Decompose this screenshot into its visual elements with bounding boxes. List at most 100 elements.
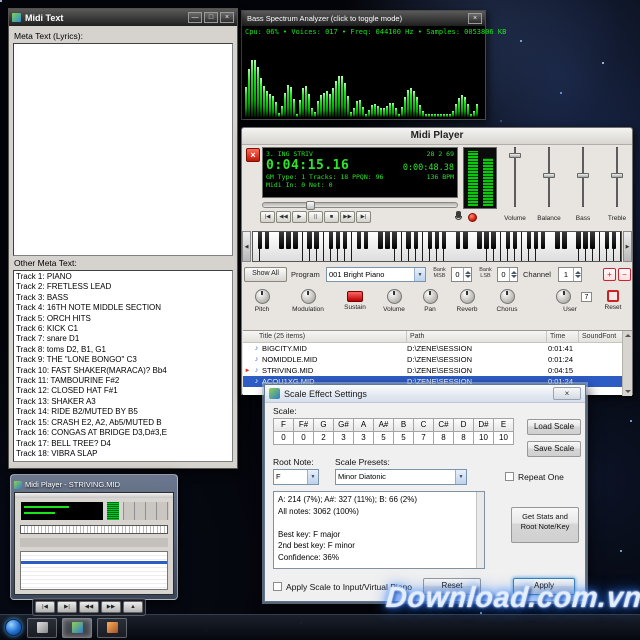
maximize-icon[interactable]: □	[204, 12, 218, 23]
piano-black-key[interactable]	[286, 232, 291, 249]
knob-pitch[interactable]: Pitch	[244, 289, 280, 313]
stop-button[interactable]: ■	[324, 211, 339, 223]
stepper-arrows-icon[interactable]	[509, 268, 517, 281]
piano-black-key[interactable]	[392, 232, 397, 249]
show-all-button[interactable]: Show All	[244, 267, 287, 282]
root-note-select[interactable]: F ▼	[273, 469, 319, 485]
piano-black-key[interactable]	[385, 232, 390, 249]
piano-black-key[interactable]	[342, 232, 348, 249]
channel-remove-button[interactable]: −	[618, 268, 631, 281]
piano-black-key[interactable]	[512, 232, 518, 249]
stats-box[interactable]: A: 214 (7%); A#: 327 (11%); B: 66 (2%) A…	[273, 491, 485, 569]
note-value[interactable]: 10	[473, 431, 494, 445]
chevron-down-icon[interactable]: ▼	[455, 470, 466, 484]
media-forward-button[interactable]: ▶▶	[101, 601, 121, 613]
forward-button[interactable]: ▶▶	[340, 211, 355, 223]
note-value[interactable]: 8	[433, 431, 454, 445]
scrollbar-down-icon[interactable]	[624, 388, 631, 395]
mic-icon[interactable]	[454, 211, 463, 224]
keyboard-scroll-right-button[interactable]: ▶	[623, 231, 632, 262]
chorus-knob-icon[interactable]	[499, 289, 515, 304]
column-title[interactable]: Title (25 items)	[243, 331, 407, 343]
pan-knob-icon[interactable]	[422, 289, 438, 304]
piano-black-key[interactable]	[264, 232, 270, 249]
piano-black-key[interactable]	[279, 232, 284, 249]
chevron-down-icon[interactable]: ▼	[307, 470, 318, 484]
knob-pan[interactable]: Pan	[414, 289, 446, 313]
rewind-button[interactable]: ◀◀	[276, 211, 291, 223]
channel-stepper[interactable]: 1	[558, 267, 582, 282]
piano-keyboard[interactable]	[252, 231, 622, 262]
spectrum-titlebar[interactable]: Bass Spectrum Analyzer (click to toggle …	[242, 11, 485, 26]
start-button[interactable]	[5, 619, 22, 636]
piano-black-key[interactable]	[257, 232, 263, 249]
piano-black-key[interactable]	[533, 232, 539, 249]
note-value[interactable]: 0	[273, 431, 294, 445]
balance-slider[interactable]	[542, 147, 556, 207]
preview-thumbnail[interactable]	[14, 492, 174, 595]
keyboard-scroll-left-button[interactable]: ◀	[242, 231, 251, 262]
piano-black-key[interactable]	[583, 232, 588, 249]
knob-user[interactable]: 7 User	[548, 289, 592, 313]
chevron-down-icon[interactable]: ▼	[414, 268, 425, 281]
piano-black-key[interactable]	[328, 232, 334, 249]
save-scale-button[interactable]: Save Scale	[527, 441, 581, 457]
note-value[interactable]: 2	[313, 431, 334, 445]
player-close-button[interactable]: ×	[246, 148, 260, 162]
column-time[interactable]: Time	[547, 331, 579, 343]
note-value[interactable]: 3	[353, 431, 374, 445]
note-value[interactable]: 3	[333, 431, 354, 445]
bank-lsb-stepper[interactable]: 0	[497, 267, 518, 282]
spectrum-display[interactable]: Cpu: 06% • Voices: 017 • Freq: 044100 Hz…	[242, 26, 506, 119]
stepper-arrows-icon[interactable]	[573, 268, 581, 281]
bass-slider-handle[interactable]	[577, 173, 589, 178]
piano-black-key[interactable]	[314, 232, 319, 249]
note-value[interactable]: 5	[373, 431, 394, 445]
piano-black-key[interactable]	[356, 232, 362, 249]
play-button[interactable]: ▶	[292, 211, 307, 223]
knob-volume[interactable]: Volume	[376, 289, 412, 313]
piano-black-key[interactable]	[540, 232, 546, 249]
midi-text-titlebar[interactable]: Midi Text — □ ×	[9, 9, 237, 26]
piano-black-key[interactable]	[441, 232, 447, 249]
balance-slider-handle[interactable]	[543, 173, 555, 178]
seek-slider[interactable]	[262, 201, 458, 210]
apply-scale-checkbox[interactable]	[273, 582, 282, 591]
pause-button[interactable]: ||	[308, 211, 323, 223]
piano-black-key[interactable]	[413, 232, 419, 249]
piano-black-key[interactable]	[293, 232, 298, 249]
piano-black-key[interactable]	[590, 232, 595, 249]
stepper-arrows-icon[interactable]	[463, 268, 471, 281]
note-value[interactable]: 5	[393, 431, 414, 445]
skip-start-button[interactable]: |◀	[260, 211, 275, 223]
piano-black-key[interactable]	[555, 232, 560, 249]
piano-black-key[interactable]	[363, 232, 369, 249]
piano-black-key[interactable]	[604, 232, 610, 249]
piano-black-key[interactable]	[505, 232, 511, 249]
piano-black-key[interactable]	[576, 232, 581, 249]
minimize-icon[interactable]: —	[188, 12, 202, 23]
record-button[interactable]	[468, 213, 477, 222]
stats-scrollbar[interactable]	[476, 492, 484, 568]
bank-msb-stepper[interactable]: 0	[451, 267, 472, 282]
piano-black-key[interactable]	[406, 232, 411, 249]
sustain-pedal-icon[interactable]	[347, 291, 363, 302]
playlist-row-current[interactable]: ► ♪ STRIVING.MID D:\ZENE\SESSION 0:04:15	[243, 365, 622, 376]
piano-black-key[interactable]	[463, 232, 468, 249]
media-skip-forward-button[interactable]: ▶|	[57, 601, 77, 613]
piano-black-key[interactable]	[484, 232, 489, 249]
piano-black-key[interactable]	[427, 232, 433, 249]
piano-black-key[interactable]	[611, 232, 617, 249]
seek-slider-handle[interactable]	[305, 201, 315, 210]
piano-black-key[interactable]	[477, 232, 482, 249]
taskbar-item-midi-player[interactable]	[62, 617, 92, 638]
scale-dialog-titlebar[interactable]: Scale Effect Settings ×	[265, 385, 585, 403]
note-value[interactable]: 8	[453, 431, 474, 445]
piano-black-key[interactable]	[526, 232, 532, 249]
close-icon[interactable]: ×	[468, 13, 482, 24]
sustain-control[interactable]: Sustain	[336, 289, 374, 311]
column-soundfont[interactable]: SoundFont	[579, 331, 622, 343]
playlist-scrollbar[interactable]	[622, 331, 632, 396]
close-icon[interactable]: ×	[553, 387, 581, 400]
program-select[interactable]: 001 Bright Piano ▼	[326, 267, 426, 282]
